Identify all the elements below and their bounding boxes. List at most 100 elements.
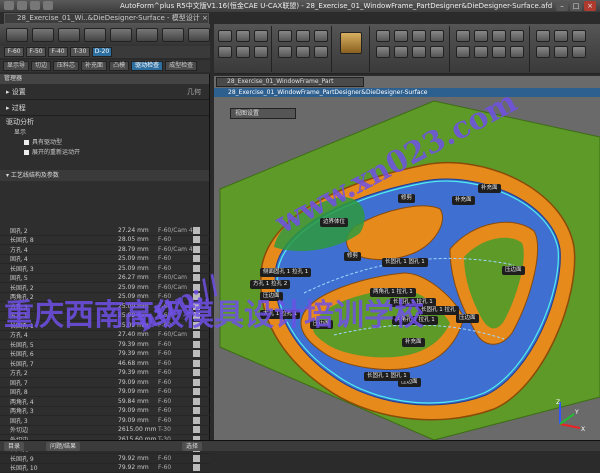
- edit-icon[interactable]: [193, 255, 200, 262]
- checkbox[interactable]: [24, 140, 29, 145]
- edit-icon[interactable]: [193, 398, 200, 405]
- section-settings[interactable]: ▸ 设置 几何: [0, 84, 209, 100]
- edit-icon[interactable]: [193, 464, 200, 471]
- view-top-icon[interactable]: [236, 30, 250, 42]
- section-icon[interactable]: [376, 46, 390, 58]
- grid-icon[interactable]: [492, 46, 506, 58]
- flange-icon[interactable]: [110, 28, 132, 42]
- table-row[interactable]: 长固孔 828.05 mmF-60: [0, 236, 210, 246]
- binder-icon[interactable]: [32, 28, 54, 42]
- view-iso-icon[interactable]: [254, 30, 268, 42]
- table-row[interactable]: 外切边2615.00 mmT-30: [0, 426, 210, 436]
- edit-icon[interactable]: [193, 236, 200, 243]
- filter-icon[interactable]: [456, 46, 470, 58]
- viewport-tab[interactable]: 28_Exercise_01_WindowFrame_Part: [216, 77, 364, 87]
- scene-label[interactable]: 方孔 1 拉孔 2: [250, 280, 290, 289]
- table-row[interactable]: 长固孔 325.09 mmF-60: [0, 264, 210, 274]
- action-addendum[interactable]: 补充面: [81, 61, 107, 71]
- action-punch[interactable]: 凸模: [109, 61, 129, 71]
- section-drive-analysis[interactable]: 驱动分析: [0, 116, 209, 128]
- color-icon[interactable]: [430, 46, 444, 58]
- select-icon[interactable]: [314, 46, 328, 58]
- zoom-fit-icon[interactable]: [278, 30, 292, 42]
- action-form-check[interactable]: 成型检查: [165, 61, 197, 71]
- edit-icon[interactable]: [193, 369, 200, 376]
- table-row[interactable]: 两角孔 379.09 mmF-60: [0, 407, 210, 417]
- redo-icon[interactable]: [30, 1, 40, 10]
- process-icon[interactable]: [136, 28, 158, 42]
- catalog-button[interactable]: 目录: [4, 442, 24, 451]
- table-row[interactable]: 固孔 779.09 mmF-60: [0, 378, 210, 388]
- edit-icon[interactable]: [193, 265, 200, 272]
- view-bottom-icon[interactable]: [254, 46, 268, 58]
- scene-label[interactable]: 补充面: [402, 338, 425, 347]
- edit-icon[interactable]: [193, 379, 200, 386]
- settings-icon[interactable]: [188, 28, 210, 42]
- issues-results-button[interactable]: 问题/结果: [46, 442, 80, 451]
- shaded-icon[interactable]: [376, 30, 390, 42]
- action-trim[interactable]: 切边: [31, 61, 51, 71]
- edit-icon[interactable]: [193, 341, 200, 348]
- view-side-icon[interactable]: [218, 46, 232, 58]
- layout-single-icon[interactable]: [536, 30, 550, 42]
- table-row[interactable]: 固孔 879.09 mmF-60: [0, 388, 210, 398]
- layout-reset-icon[interactable]: [572, 46, 586, 58]
- table-row[interactable]: 两角孔 459.84 mmF-60: [0, 397, 210, 407]
- trim-icon[interactable]: [84, 28, 106, 42]
- table-row[interactable]: 长固孔 679.39 mmF-60: [0, 350, 210, 360]
- scene-label[interactable]: 长固孔 1 固孔 1: [382, 258, 428, 267]
- table-row[interactable]: 固孔 227.24 mmF-60/Cam 4: [0, 226, 210, 236]
- table-row[interactable]: 长固孔 579.39 mmF-60: [0, 340, 210, 350]
- light-icon[interactable]: [412, 46, 426, 58]
- option-drive-type[interactable]: 具有驱动型: [0, 138, 209, 148]
- edit-icon[interactable]: [193, 417, 200, 424]
- step-d20[interactable]: D-20: [92, 47, 112, 57]
- scene-label[interactable]: 修剪: [344, 252, 361, 261]
- addendum-icon[interactable]: [58, 28, 80, 42]
- action-drive-check[interactable]: 驱动检查: [131, 61, 163, 71]
- table-row[interactable]: 长固孔 1079.92 mmF-60: [0, 464, 210, 473]
- section-process[interactable]: ▸ 过程: [0, 100, 209, 116]
- edit-icon[interactable]: [193, 360, 200, 367]
- view-front-icon[interactable]: [218, 30, 232, 42]
- edit-icon[interactable]: [193, 455, 200, 462]
- scene-label[interactable]: 修剪: [398, 194, 415, 203]
- maximize-button[interactable]: □: [570, 1, 582, 11]
- step-f50[interactable]: F-50: [26, 47, 46, 57]
- angle-icon[interactable]: [474, 30, 488, 42]
- zoom-in-icon[interactable]: [296, 30, 310, 42]
- document-tab[interactable]: 28_Exercise_01_Wi..&DieDesigner-Surface …: [4, 13, 209, 24]
- checkbox[interactable]: [24, 150, 29, 155]
- draft-icon[interactable]: [492, 30, 506, 42]
- table-row[interactable]: 长固孔 746.68 mmF-60: [0, 359, 210, 369]
- measure-icon[interactable]: [456, 30, 470, 42]
- scene-label[interactable]: 压边面: [502, 266, 525, 275]
- view-back-icon[interactable]: [236, 46, 250, 58]
- minimize-button[interactable]: –: [556, 1, 568, 11]
- table-row[interactable]: 方孔 428.79 mmF-60/Cam 4: [0, 245, 210, 255]
- select-button[interactable]: 选择: [182, 442, 202, 451]
- layout-split-icon[interactable]: [554, 30, 568, 42]
- edit-icon[interactable]: [193, 350, 200, 357]
- scene-label[interactable]: 长固孔 1 固孔 1: [364, 372, 410, 381]
- quick-access-toolbar[interactable]: [4, 1, 53, 10]
- scene-label[interactable]: 补充面: [452, 196, 475, 205]
- step-f60[interactable]: F-60: [4, 47, 24, 57]
- table-row[interactable]: 固孔 379.09 mmF-60: [0, 416, 210, 426]
- scene-label[interactable]: 长固孔 1 拉孔: [418, 306, 459, 315]
- layout-v-icon[interactable]: [536, 46, 550, 58]
- edit-icon[interactable]: [193, 388, 200, 395]
- curve-icon[interactable]: [430, 30, 444, 42]
- edit-icon[interactable]: [193, 407, 200, 414]
- save-icon[interactable]: [43, 1, 53, 10]
- app-menu-icon[interactable]: [4, 1, 14, 10]
- monitor-icon[interactable]: [162, 28, 184, 42]
- table-row[interactable]: 方孔 279.39 mmF-60: [0, 369, 210, 379]
- table-row[interactable]: 长固孔 979.92 mmF-60: [0, 454, 210, 464]
- mesh-icon[interactable]: [412, 30, 426, 42]
- pan-icon[interactable]: [296, 46, 310, 58]
- option-expanded[interactable]: 展开的重新运动开: [0, 148, 209, 158]
- tool-icon[interactable]: [394, 46, 408, 58]
- action-pad[interactable]: 压料芯: [53, 61, 79, 71]
- scene-label[interactable]: 侧面固孔 1 拉孔 1: [260, 268, 311, 277]
